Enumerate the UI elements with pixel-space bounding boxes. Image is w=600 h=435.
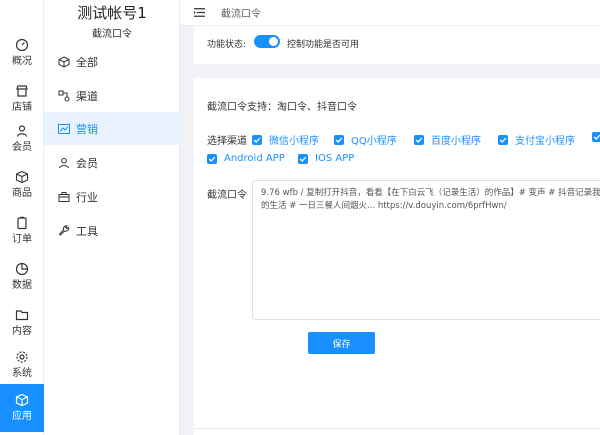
- box-icon: [15, 170, 29, 184]
- checkbox-wechat-miniprogram[interactable]: 微信小程序: [252, 132, 319, 147]
- support-text: 截流口令支持：淘口令、抖音口令: [207, 102, 357, 113]
- checkbox-baidu-miniprogram[interactable]: 百度小程序: [414, 132, 481, 147]
- checkbox-qq-miniprogram[interactable]: QQ小程序: [334, 132, 397, 147]
- nav-item-system[interactable]: 系统: [0, 342, 44, 388]
- checkbox-checked-icon: [252, 134, 262, 145]
- checkbox-checked-icon: [592, 132, 600, 142]
- channel-label: 选择渠道: [207, 136, 247, 147]
- nav-item-goods[interactable]: 商品: [0, 162, 44, 208]
- nav-item-label: 订单: [12, 234, 32, 245]
- nav-item-label: 概况: [12, 56, 32, 67]
- settings-icon: [16, 351, 28, 363]
- secondary-menu: 测试帐号1 截流口令 全部 渠道 营销 会员 行业 工具: [44, 0, 180, 435]
- nav-item-data[interactable]: 数据: [0, 254, 44, 300]
- form-card: 截流口令支持：淘口令、抖音口令 选择渠道 微信小程序 QQ小程序 百度小程序 支…: [194, 78, 600, 435]
- nav-item-content[interactable]: 内容: [0, 300, 44, 346]
- switch-knob: [269, 37, 278, 46]
- menu-item-label: 行业: [76, 190, 98, 204]
- cube-icon: [58, 55, 70, 68]
- breadcrumb: 截流口令: [221, 9, 261, 20]
- checkbox-ios-app[interactable]: IOS APP: [298, 153, 354, 164]
- nav-item-overview[interactable]: 概况: [0, 30, 44, 76]
- checkbox-alipay-miniprogram[interactable]: 支付宝小程序: [498, 132, 575, 147]
- checkbox-checked-icon: [334, 134, 344, 145]
- command-label: 截流口令: [207, 190, 247, 201]
- dashboard-icon: [15, 38, 29, 52]
- account-title: 测试帐号1: [77, 4, 147, 22]
- status-description: 控制功能是否可用: [287, 40, 360, 50]
- nav-item-member[interactable]: 会员: [0, 116, 44, 162]
- checkbox-label: IOS APP: [315, 153, 355, 164]
- menu-item-label: 工具: [76, 224, 98, 238]
- menu-item-industry[interactable]: 行业: [44, 180, 180, 213]
- top-bar: 截流口令: [180, 0, 600, 26]
- menu-item-member[interactable]: 会员: [44, 146, 180, 179]
- status-switch[interactable]: [254, 35, 280, 48]
- menu-item-label: 营销: [76, 122, 98, 136]
- checkbox-label: 百度小程序: [431, 136, 481, 147]
- primary-nav: 概况 店铺 会员 商品 订单 数据 内容 系统 应用: [0, 0, 44, 435]
- user-icon: [59, 157, 69, 168]
- trend-chart-icon: [58, 123, 70, 134]
- checkbox-checked-icon: [298, 153, 308, 164]
- status-card: 功能状态: 控制功能是否可用: [194, 26, 600, 64]
- nav-item-label: 店铺: [12, 102, 32, 113]
- menu-subtitle: 截流口令: [92, 29, 132, 40]
- menu-item-marketing[interactable]: 营销: [44, 112, 180, 145]
- wrench-icon: [58, 224, 70, 236]
- store-icon: [16, 85, 28, 97]
- nav-item-label: 应用: [12, 411, 32, 422]
- status-label: 功能状态:: [207, 40, 247, 50]
- briefcase-icon: [58, 191, 70, 202]
- nav-item-order[interactable]: 订单: [0, 208, 44, 254]
- folder-icon: [15, 310, 29, 321]
- menu-item-tools[interactable]: 工具: [44, 214, 180, 247]
- member-icon: [16, 125, 28, 137]
- nav-item-label: 商品: [12, 188, 32, 199]
- channel-icon: [58, 90, 70, 101]
- menu-item-label: 全部: [76, 55, 98, 69]
- checkbox-channel-extra[interactable]: [592, 132, 600, 142]
- save-button[interactable]: 保存: [308, 332, 375, 354]
- divider: [194, 428, 600, 429]
- checkbox-label: 微信小程序: [269, 136, 319, 147]
- menu-item-label: 会员: [76, 156, 98, 170]
- checkbox-label: QQ小程序: [351, 136, 397, 147]
- app-icon: [15, 393, 29, 407]
- pie-chart-icon: [15, 262, 29, 276]
- checkbox-checked-icon: [498, 134, 508, 145]
- command-textarea[interactable]: 9.76 wfb / 复制打开抖音，看看【在下白云飞（记录生活）的作品】# 变声…: [252, 180, 600, 320]
- menu-item-channel[interactable]: 渠道: [44, 79, 180, 112]
- checkbox-label: Android APP: [224, 153, 285, 164]
- nav-item-app[interactable]: 应用: [0, 384, 44, 432]
- nav-item-label: 数据: [12, 280, 32, 291]
- order-icon: [17, 216, 27, 230]
- checkbox-checked-icon: [207, 153, 217, 164]
- checkbox-label: 支付宝小程序: [515, 136, 575, 147]
- menu-item-all[interactable]: 全部: [44, 45, 180, 78]
- checkbox-checked-icon: [414, 134, 424, 145]
- menu-fold-icon[interactable]: [194, 8, 205, 17]
- checkbox-android-app[interactable]: Android APP: [207, 153, 285, 164]
- menu-item-label: 渠道: [76, 89, 98, 103]
- nav-item-label: 内容: [12, 326, 32, 337]
- nav-item-label: 会员: [12, 142, 32, 153]
- nav-item-label: 系统: [12, 368, 32, 379]
